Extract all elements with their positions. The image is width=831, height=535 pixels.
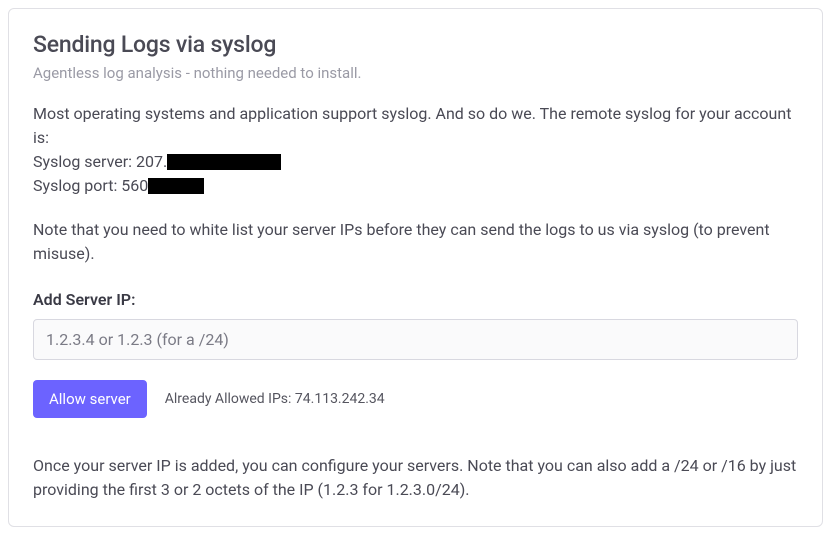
syslog-server-label: Syslog server: 207. xyxy=(33,150,167,174)
add-server-ip-label: Add Server IP: xyxy=(33,290,798,309)
button-row: Allow server Already Allowed IPs: 74.113… xyxy=(33,380,798,418)
redacted-block xyxy=(167,154,281,170)
footer-text: Once your server IP is added, you can co… xyxy=(33,454,798,502)
allow-server-button[interactable]: Allow server xyxy=(33,380,147,418)
syslog-server-line: Syslog server: 207. xyxy=(33,150,798,174)
syslog-port-label: Syslog port: 560 xyxy=(33,174,148,198)
whitelist-note: Note that you need to white list your se… xyxy=(33,218,798,266)
redacted-block xyxy=(148,178,204,194)
page-subtitle: Agentless log analysis - nothing needed … xyxy=(33,64,798,82)
already-allowed-ips: Already Allowed IPs: 74.113.242.34 xyxy=(165,391,385,407)
intro-text: Most operating systems and application s… xyxy=(33,102,798,150)
server-ip-input[interactable] xyxy=(33,319,798,360)
syslog-port-line: Syslog port: 560 xyxy=(33,174,798,198)
syslog-config-card: Sending Logs via syslog Agentless log an… xyxy=(8,8,823,527)
page-title: Sending Logs via syslog xyxy=(33,31,798,58)
